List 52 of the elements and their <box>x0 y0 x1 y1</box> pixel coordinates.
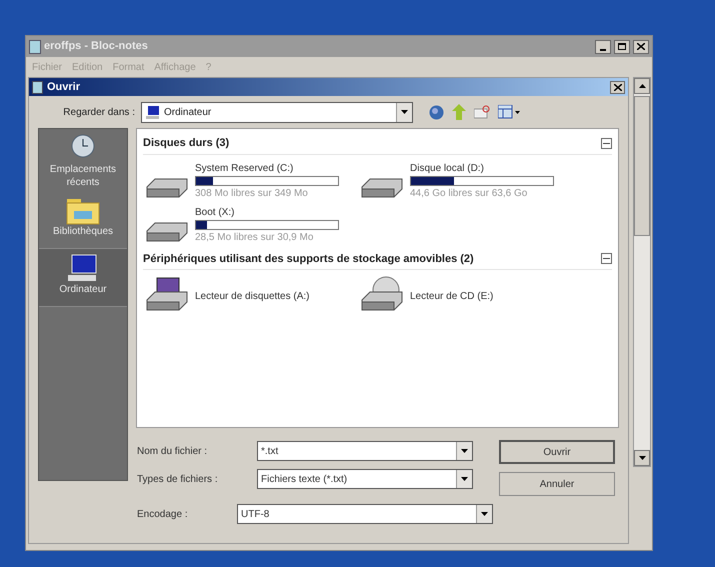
drive-name[interactable]: Disque local (D:) <box>410 160 554 176</box>
close-button[interactable] <box>633 40 649 54</box>
field-label: Types de fichiers : <box>137 472 219 486</box>
computer-icon <box>146 106 160 118</box>
close-icon <box>637 43 645 50</box>
places-label: Bibliothèques <box>52 225 114 238</box>
combo-field[interactable]: *.txt <box>257 441 473 461</box>
dropdown-value: Ordinateur <box>164 106 212 120</box>
places-item[interactable]: Bibliothèques <box>39 193 127 242</box>
places-label: Emplacements récents <box>48 163 118 189</box>
field-value: *.txt <box>260 444 280 458</box>
window-title: eroffps - Bloc-notes <box>44 39 149 54</box>
look-in-label: Regarder dans : <box>62 106 135 120</box>
free-space-text: 44,6 Go libres sur 63,6 Go <box>410 186 528 200</box>
dialog-button[interactable]: Ouvrir <box>499 440 615 464</box>
notepad-icon <box>29 40 41 54</box>
maximize-button[interactable] <box>614 40 630 54</box>
close-button[interactable] <box>610 80 625 94</box>
folder-icon <box>66 197 100 225</box>
hard-drive-icon <box>146 222 188 242</box>
new-folder-icon[interactable] <box>474 105 490 119</box>
back-globe-icon[interactable] <box>429 104 444 120</box>
hard-drive-icon <box>146 178 188 198</box>
encoding-value: UTF-8 <box>240 508 270 522</box>
dialog-icon <box>32 80 43 94</box>
scroll-thumb[interactable] <box>634 96 650 236</box>
collapse-icon[interactable] <box>601 253 612 264</box>
look-in-dropdown[interactable]: Ordinateur <box>141 102 413 122</box>
places-item[interactable]: Ordinateur <box>39 248 127 307</box>
minimize-icon <box>600 48 606 50</box>
field-label: Nom du fichier : <box>137 444 208 458</box>
group-header: Périphériques utilisant des supports de stockage amovibles (2) <box>143 252 474 266</box>
free-space-text: 308 Mo libres sur 349 Mo <box>195 186 309 200</box>
collapse-icon[interactable] <box>601 138 612 149</box>
places-label: Ordinateur <box>58 283 108 296</box>
dialog-title: Ouvrir <box>47 80 82 95</box>
encoding-label: Encodage : <box>137 508 189 522</box>
field-value: Fichiers texte (*.txt) <box>260 472 348 486</box>
places-item[interactable]: Emplacements récents <box>39 129 127 193</box>
dialog-button[interactable]: Annuler <box>499 472 615 496</box>
group-header: Disques durs (3) <box>143 136 230 151</box>
combo-field[interactable]: Fichiers texte (*.txt) <box>257 469 473 489</box>
view-menu-icon[interactable] <box>498 105 520 119</box>
drive-name[interactable]: System Reserved (C:) <box>195 160 339 176</box>
encoding-dropdown[interactable]: UTF-8 <box>237 504 493 524</box>
minimize-button[interactable] <box>595 40 611 54</box>
drive-name[interactable]: Boot (X:) <box>195 204 339 220</box>
hard-drive-icon <box>361 178 403 198</box>
drive-name[interactable]: Lecteur de disquettes (A:) <box>195 288 310 304</box>
drive-name[interactable]: Lecteur de CD (E:) <box>410 288 494 304</box>
close-icon <box>614 84 622 90</box>
free-space-text: 28,5 Mo libres sur 30,9 Mo <box>195 230 314 244</box>
